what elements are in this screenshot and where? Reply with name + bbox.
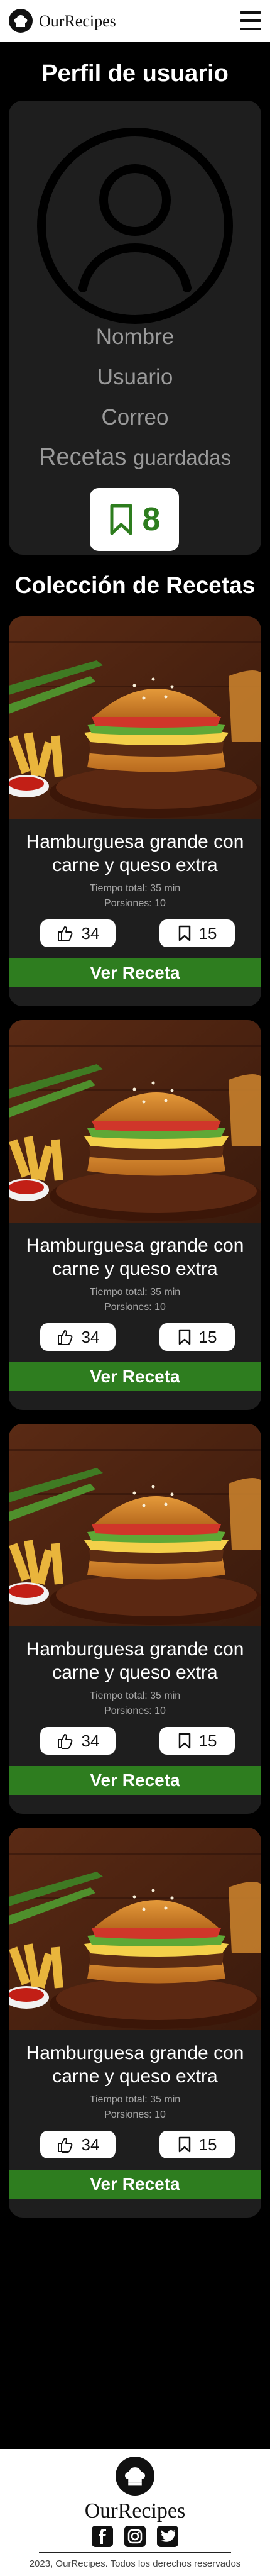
save-count: 15 bbox=[198, 2135, 217, 2154]
recipe-title: Hamburguesa grande con carne y queso ext… bbox=[26, 1235, 244, 1279]
like-count: 34 bbox=[81, 1327, 100, 1346]
recipe-total-time: Tiempo total: 35 min bbox=[89, 1690, 181, 1701]
saved-word: guardadas bbox=[133, 446, 231, 469]
bookmark-icon bbox=[178, 2136, 190, 2153]
recipe-total-time: Tiempo total: 35 min bbox=[89, 883, 181, 894]
save-recipe-button[interactable]: 15 bbox=[159, 1727, 235, 1755]
recipe-portions: Porsiones: 10 bbox=[104, 1302, 166, 1313]
recipe-card: Hamburguesa grande con carne y queso ext… bbox=[9, 1828, 261, 2218]
recipe-image[interactable] bbox=[9, 1424, 261, 1626]
save-count: 15 bbox=[198, 1731, 217, 1750]
recipe-title: Hamburguesa grande con carne y queso ext… bbox=[26, 1639, 244, 1683]
like-button[interactable]: 34 bbox=[40, 1323, 116, 1351]
view-recipe-button[interactable]: Ver Receta bbox=[9, 2170, 261, 2199]
brand-name[interactable]: OurRecipes bbox=[39, 12, 116, 31]
hamburger-menu-icon[interactable] bbox=[240, 11, 261, 30]
view-recipe-button[interactable]: Ver Receta bbox=[9, 1766, 261, 1795]
bookmark-icon bbox=[178, 1329, 190, 1345]
recipe-portions: Porsiones: 10 bbox=[104, 1706, 166, 1716]
save-recipe-button[interactable]: 15 bbox=[159, 919, 235, 947]
user-avatar-icon bbox=[37, 128, 233, 324]
save-count: 15 bbox=[198, 923, 217, 943]
view-recipe-button[interactable]: Ver Receta bbox=[9, 1362, 261, 1391]
recipe-image[interactable] bbox=[9, 1020, 261, 1223]
profile-card: Nombre Usuario Correo Recetas guardadas … bbox=[9, 101, 261, 555]
bookmark-icon bbox=[110, 504, 132, 535]
facebook-icon[interactable] bbox=[92, 2526, 113, 2547]
recipe-image[interactable] bbox=[9, 1828, 261, 2030]
profile-title: Perfil de usuario bbox=[41, 60, 229, 87]
recipe-card: Hamburguesa grande con carne y queso ext… bbox=[9, 1424, 261, 1814]
like-count: 34 bbox=[81, 1731, 100, 1750]
twitter-icon[interactable] bbox=[157, 2526, 178, 2547]
like-count: 34 bbox=[81, 923, 100, 943]
recipe-total-time: Tiempo total: 35 min bbox=[89, 2094, 181, 2105]
save-count: 15 bbox=[198, 1327, 217, 1346]
collection-title: Colección de Recetas bbox=[14, 572, 256, 598]
thumbs-up-icon bbox=[57, 2138, 72, 2153]
recipe-card: Hamburguesa grande con carne y queso ext… bbox=[9, 1020, 261, 1410]
recipe-portions: Porsiones: 10 bbox=[104, 2109, 166, 2120]
top-navbar: OurRecipes bbox=[0, 0, 270, 42]
saved-count: 8 bbox=[142, 501, 161, 538]
footer-divider bbox=[39, 2552, 231, 2553]
like-button[interactable]: 34 bbox=[40, 1727, 116, 1755]
saved-recipes-label: Recetas guardadas bbox=[9, 444, 261, 471]
recipe-portions: Porsiones: 10 bbox=[104, 898, 166, 909]
bookmark-icon bbox=[178, 1733, 190, 1749]
save-recipe-button[interactable]: 15 bbox=[159, 2131, 235, 2158]
recipe-title: Hamburguesa grande con carne y queso ext… bbox=[26, 831, 244, 875]
view-recipe-button[interactable]: Ver Receta bbox=[9, 958, 261, 987]
saved-recipes-button[interactable]: 8 bbox=[90, 488, 179, 551]
profile-name: Nombre bbox=[95, 325, 175, 349]
like-count: 34 bbox=[81, 2135, 100, 2154]
recipe-total-time: Tiempo total: 35 min bbox=[89, 1287, 181, 1297]
save-recipe-button[interactable]: 15 bbox=[159, 1323, 235, 1351]
like-button[interactable]: 34 bbox=[40, 919, 116, 947]
profile-username: Usuario bbox=[97, 365, 173, 389]
saved-recipes-word: Recetas bbox=[39, 444, 127, 470]
profile-email: Correo bbox=[101, 405, 169, 430]
bookmark-icon bbox=[178, 925, 190, 941]
chef-hat-icon bbox=[116, 2457, 154, 2496]
thumbs-up-icon bbox=[57, 926, 72, 941]
copyright: 2023, OurRecipes. Todos los derechos res… bbox=[29, 2558, 241, 2569]
recipe-card: Hamburguesa grande con carne y queso ext… bbox=[9, 616, 261, 1006]
recipe-image[interactable] bbox=[9, 616, 261, 819]
footer: OurRecipes 2023, OurRecipes. Todos los d… bbox=[0, 2449, 270, 2576]
chef-hat-icon[interactable] bbox=[9, 9, 33, 33]
thumbs-up-icon bbox=[57, 1330, 72, 1345]
instagram-icon[interactable] bbox=[124, 2526, 146, 2547]
recipe-title: Hamburguesa grande con carne y queso ext… bbox=[26, 2043, 244, 2087]
footer-brand: OurRecipes bbox=[84, 2499, 186, 2523]
like-button[interactable]: 34 bbox=[40, 2131, 116, 2158]
thumbs-up-icon bbox=[57, 1734, 72, 1749]
